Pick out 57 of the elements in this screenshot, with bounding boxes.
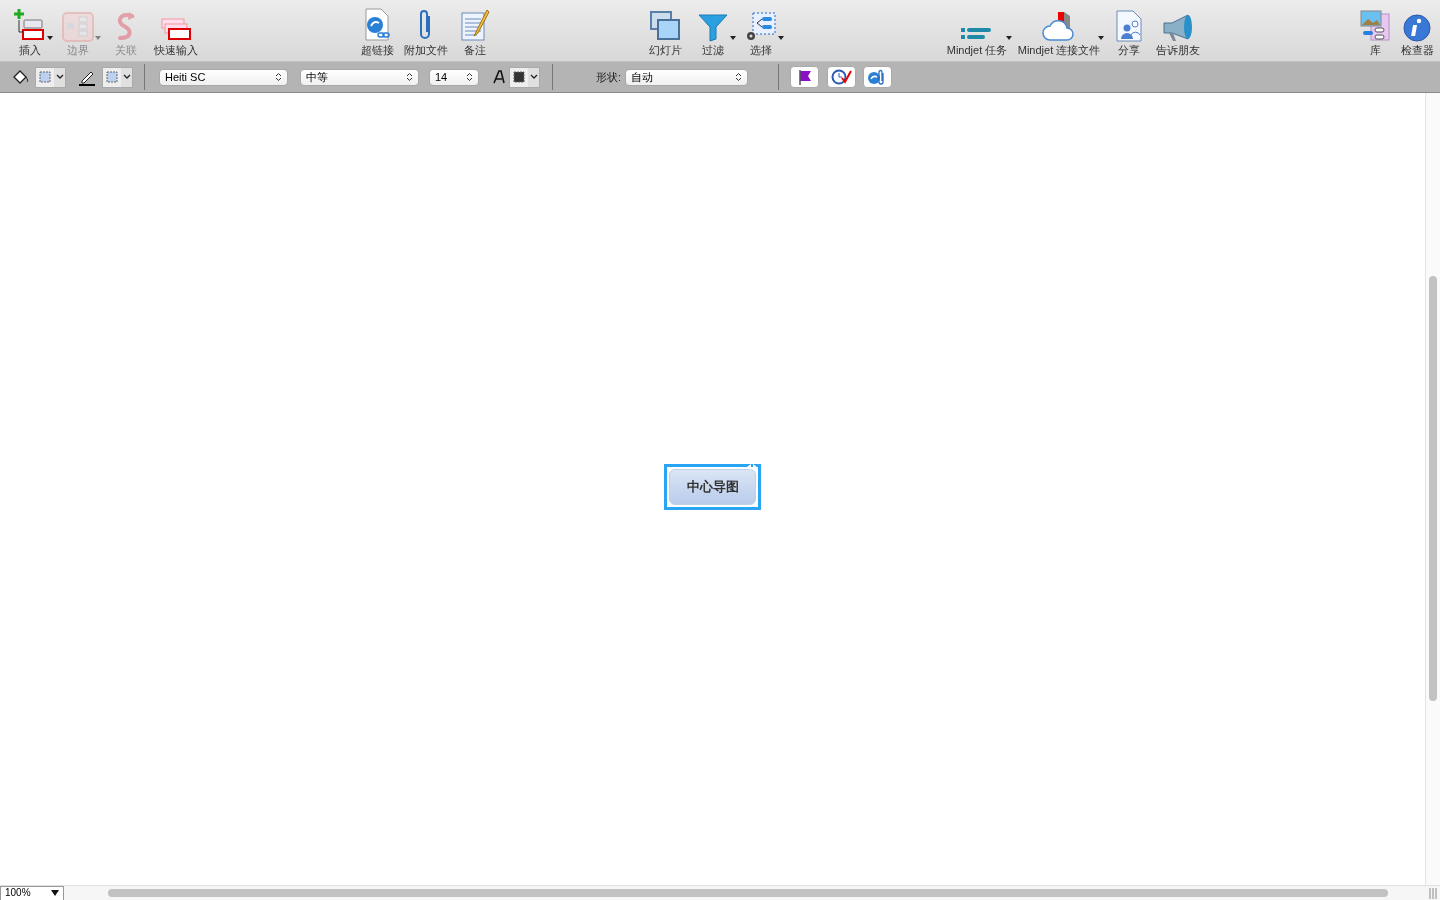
- stepper-icon: [275, 72, 282, 82]
- flag-icon: [796, 69, 813, 85]
- toolbar-button[interactable]: 幻灯片: [641, 0, 689, 60]
- stepper-icon: [466, 72, 473, 82]
- marker-button[interactable]: [827, 66, 857, 88]
- marker-button[interactable]: [863, 66, 893, 88]
- zoom-select[interactable]: 100%: [0, 885, 64, 900]
- swatch-icon: [103, 67, 121, 87]
- chevron-icon: [121, 67, 132, 87]
- stacked-topics-icon: [160, 16, 192, 42]
- color-picker[interactable]: [35, 66, 66, 88]
- toolbar-button[interactable]: 过滤: [689, 0, 737, 60]
- stepper-icon: [406, 72, 413, 82]
- toolbar-button[interactable]: 告诉朋友: [1153, 0, 1203, 60]
- vertical-scrollbar[interactable]: [1425, 93, 1440, 885]
- toolbar-button[interactable]: 附加文件: [401, 0, 451, 60]
- toolbar-button[interactable]: 分享: [1105, 0, 1153, 60]
- font-select[interactable]: Heiti SC: [159, 68, 288, 86]
- toolbar-button[interactable]: 检查器: [1395, 0, 1439, 60]
- toolbar-button[interactable]: 插入: [6, 0, 54, 60]
- color-picker[interactable]: [509, 66, 540, 88]
- library-icon: [1359, 10, 1391, 42]
- cloud-icon: [1042, 10, 1076, 42]
- toolbar-button[interactable]: 库: [1355, 0, 1395, 60]
- paint-bucket-icon[interactable]: [12, 69, 29, 85]
- select-gear-icon: [745, 12, 777, 42]
- color-picker[interactable]: [102, 66, 133, 88]
- task-list-icon: [961, 26, 993, 42]
- share-document-icon: [1115, 10, 1143, 42]
- boundary-icon: [62, 12, 94, 42]
- toolbar-button[interactable]: 选择: [737, 0, 785, 60]
- italic-icon[interactable]: [493, 70, 505, 84]
- horizontal-scrollbar[interactable]: [108, 889, 1388, 897]
- resize-grip-icon[interactable]: [1429, 887, 1437, 899]
- shape-label: 形状:: [596, 69, 622, 85]
- central-topic[interactable]: 中心导图: [669, 469, 756, 505]
- weight-select[interactable]: 中等: [300, 68, 419, 86]
- toolbar-button[interactable]: 超链接: [353, 0, 401, 60]
- info-icon: [1403, 14, 1431, 42]
- shape-select[interactable]: 自动: [625, 68, 749, 86]
- chevron-icon: [54, 67, 65, 87]
- stepper-icon: [735, 72, 743, 82]
- notepad-pencil-icon: [460, 8, 490, 42]
- marker-button[interactable]: [790, 66, 820, 88]
- chevron-icon: [528, 67, 539, 87]
- filter-icon: [698, 12, 728, 42]
- toolbar-button[interactable]: 备注: [451, 0, 499, 60]
- clock-check-icon: [830, 69, 853, 85]
- size-select[interactable]: 14: [429, 68, 479, 86]
- slides-icon: [649, 10, 681, 42]
- megaphone-icon: [1162, 14, 1194, 42]
- toolbar-button[interactable]: 快速输入: [150, 0, 202, 60]
- swatch-icon: [36, 67, 54, 87]
- caret-icon: [51, 890, 59, 896]
- toolbar-button[interactable]: Mindjet 连接文件: [1013, 0, 1105, 60]
- swatch-icon: [510, 67, 528, 87]
- toolbar-button[interactable]: Mindjet 任务: [941, 0, 1013, 60]
